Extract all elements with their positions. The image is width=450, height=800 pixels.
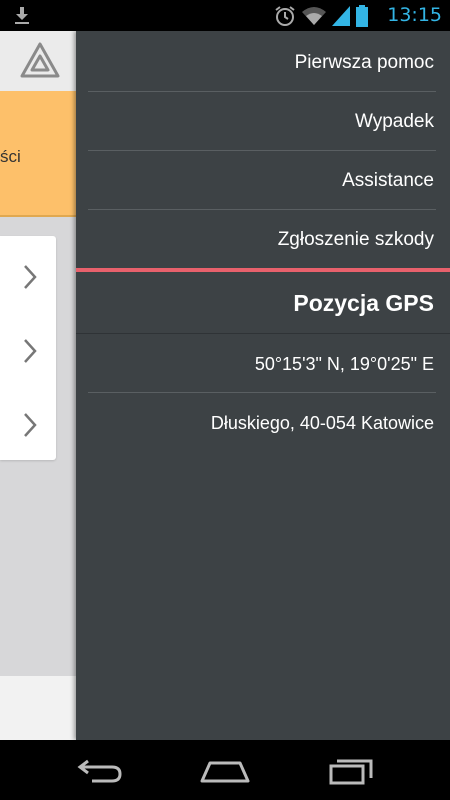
alarm-icon xyxy=(274,5,296,32)
menu-item-accident[interactable]: Wypadek xyxy=(88,92,434,151)
main-screen: ści xyxy=(0,31,76,740)
home-icon[interactable] xyxy=(199,757,251,790)
menu-item-damage-report[interactable]: Zgłoszenie szkody xyxy=(88,210,434,269)
chevron-right-icon[interactable] xyxy=(22,338,38,369)
chevron-right-icon[interactable] xyxy=(22,412,38,443)
options-card xyxy=(0,236,56,460)
gps-address: Dłuskiego, 40-054 Katowice xyxy=(210,413,434,433)
signal-icon xyxy=(332,6,350,31)
gps-section-title: Pozycja GPS xyxy=(293,290,434,316)
banner-text: ści xyxy=(0,147,21,166)
battery-icon xyxy=(356,5,368,32)
navigation-drawer: Pierwsza pomoc Wypadek Assistance Zgłosz… xyxy=(76,31,450,740)
status-bar: 13:15 xyxy=(0,0,450,31)
download-icon xyxy=(12,5,32,30)
menu-item-assistance[interactable]: Assistance xyxy=(88,151,434,210)
system-navigation-bar xyxy=(0,740,450,800)
warning-triangle-logo-icon[interactable] xyxy=(20,42,60,83)
app-bar xyxy=(0,31,76,91)
clock: 13:15 xyxy=(387,4,442,26)
main-footer xyxy=(0,676,76,740)
back-icon[interactable] xyxy=(76,757,124,790)
chevron-right-icon[interactable] xyxy=(22,264,38,295)
recent-apps-icon[interactable] xyxy=(328,757,374,790)
section-accent-bar xyxy=(76,268,450,272)
menu-item-first-aid[interactable]: Pierwsza pomoc xyxy=(88,33,434,92)
info-banner[interactable]: ści xyxy=(0,91,76,217)
wifi-icon xyxy=(302,6,326,31)
gps-coordinates: 50°15'3" N, 19°0'25" E xyxy=(254,354,434,374)
